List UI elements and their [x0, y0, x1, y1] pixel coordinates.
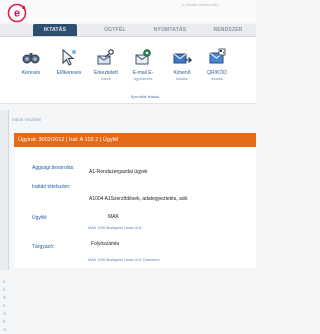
tab-nyomtatas[interactable]: NYOMTATÁS: [141, 24, 199, 36]
side-letter: É: [3, 319, 6, 324]
side-letter: S: [3, 327, 6, 332]
field-label-classification: Aggsági besorolás:: [32, 165, 75, 171]
email-eadmin-sublabel: ügyintézés: [133, 76, 153, 81]
search-button-label[interactable]: Keresés: [14, 70, 48, 76]
side-letter: S: [3, 311, 6, 316]
tab-iktatas[interactable]: IKTATÁS: [33, 24, 77, 36]
binoculars-icon[interactable]: [21, 47, 41, 67]
user-info: e-iktatás felhasználó: [182, 2, 219, 7]
outgoing-filing-sublabel: iktatás: [176, 76, 188, 81]
app-logo-icon: e: [7, 3, 27, 23]
presearch-button-label[interactable]: Előkeresés: [52, 70, 86, 76]
field-value-classification: A1-Rendszergazdai ügyek: [89, 169, 148, 175]
field-label-archive-number: Irattári tételszám:: [32, 184, 71, 190]
main-tabs: IKTATÁS ÜGYFÉL NYOMTATÁS RENDSZER: [0, 24, 256, 37]
field-value-archive-number: A1004 A1Szerződések, adategyeztetés, adó: [89, 196, 188, 202]
side-letter: R: [3, 295, 6, 300]
side-panel-letters: K E R E S É S: [2, 278, 7, 334]
inbox-scissors-icon[interactable]: [96, 47, 116, 67]
field-sub-subject-address: MAK 1050 Budapest Lisszt út 6. Debrecen: [88, 258, 160, 262]
email-gear-icon[interactable]: [133, 47, 153, 67]
tab-ugyfel[interactable]: ÜGYFÉL: [90, 24, 140, 36]
top-bar: e e-iktatás felhasználó: [0, 0, 256, 23]
qr-filing-sublabel: iktatás: [211, 76, 223, 81]
breadcrumb[interactable]: Iratok részletei: [12, 116, 41, 124]
field-sub-client-address: MAK 1050 Budapest Lisszt út 6.: [88, 226, 143, 230]
received-documents-sublabel: iratok: [101, 76, 111, 81]
field-label-client: Ügyfél:: [32, 215, 48, 221]
outgoing-mail-icon[interactable]: [172, 47, 192, 67]
search-side-panel[interactable]: K E R E S É S: [0, 110, 9, 332]
tab-rendszer[interactable]: RENDSZER: [202, 24, 254, 36]
qr-mail-icon[interactable]: [207, 47, 227, 67]
received-documents-button-label[interactable]: Érkeztetett iratok: [89, 70, 123, 82]
field-value-subject: Folyószámla: [91, 241, 120, 247]
side-letter: E: [3, 303, 6, 308]
ribbon-toolbar: Keresés Előkeresés Érkeztetett iratok E-…: [0, 37, 256, 104]
cursor-arrow-icon[interactable]: [59, 47, 79, 67]
field-label-subject: Tárgyazó:: [32, 244, 55, 250]
svg-text:e: e: [14, 8, 20, 20]
qr-filing-button-label[interactable]: QR/KÓD iktatás: [200, 70, 234, 82]
field-value-client: MAK: [108, 214, 119, 220]
record-header-bar: Ügyirat: 3002/2012 | Irat: A 103 2 | Ügy…: [14, 133, 256, 147]
side-letter: E: [3, 287, 6, 292]
toolbar-group-label: Speciális iktatás: [130, 94, 160, 99]
side-letter: K: [3, 279, 6, 284]
outgoing-filing-button-label[interactable]: Kimenő iktatás: [165, 70, 199, 82]
email-eadmin-button-label[interactable]: E-mail E- ügyintézés: [126, 70, 160, 82]
